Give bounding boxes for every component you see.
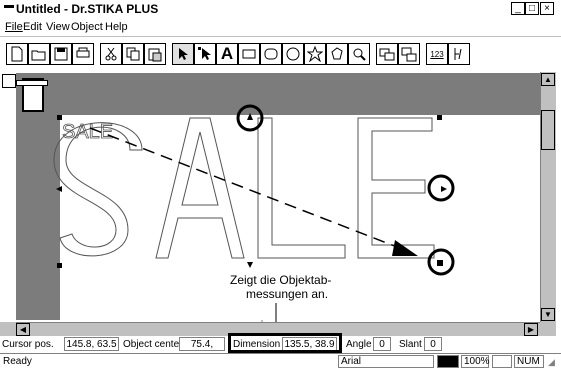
status-font: Arial [338, 355, 434, 368]
scroll-down-icon[interactable]: ▼ [541, 308, 555, 321]
arrowhead [392, 240, 418, 256]
cursor-pos-value: 145.8, 63.5 [64, 337, 119, 351]
status-num: NUM [514, 355, 544, 368]
callout-line-1: Zeigt die Objektab- [230, 273, 332, 287]
cursor-pos-label: Cursor pos. [2, 339, 54, 350]
status-zoom: 100% [461, 355, 490, 368]
callout-line-2: messungen an. [246, 287, 329, 301]
resize-grip-icon[interactable]: ◢ [548, 357, 555, 368]
scroll-up-icon[interactable]: ▲ [541, 73, 555, 86]
slant-value: 0 [424, 337, 442, 351]
diagonal-dashed-line [89, 127, 411, 253]
status-color-swatch [437, 355, 459, 368]
status-ready: Ready [3, 356, 32, 367]
object-center-label: Object center [123, 339, 183, 350]
letter-a-outline [155, 117, 245, 259]
letter-e-outline [357, 117, 435, 259]
scroll-corner [540, 322, 556, 336]
scroll-right-icon[interactable]: ▶ [524, 323, 538, 336]
angle-label: Angle [346, 339, 372, 350]
callout-text: Zeigt die Objektab- messungen an. [230, 273, 332, 301]
slant-label: Slant [399, 339, 422, 350]
small-sale-text[interactable]: SALE [62, 121, 114, 144]
status-blank [492, 355, 512, 368]
vertical-scroll-thumb[interactable] [541, 110, 555, 150]
drawing-layer: SALE [53, 104, 455, 334]
angle-value: 0 [373, 337, 391, 351]
scroll-left-icon[interactable]: ◀ [16, 323, 30, 336]
status-bar: Ready Arial 100% NUM ◢ [0, 353, 561, 370]
scroll-corner-left [0, 322, 16, 336]
letter-l-outline [257, 117, 346, 259]
vertical-scrollbar[interactable]: ▲ ▼ [540, 72, 556, 322]
dimension-highlight-box [228, 333, 342, 353]
object-center-value: 75.4, 24.1 [179, 337, 225, 363]
